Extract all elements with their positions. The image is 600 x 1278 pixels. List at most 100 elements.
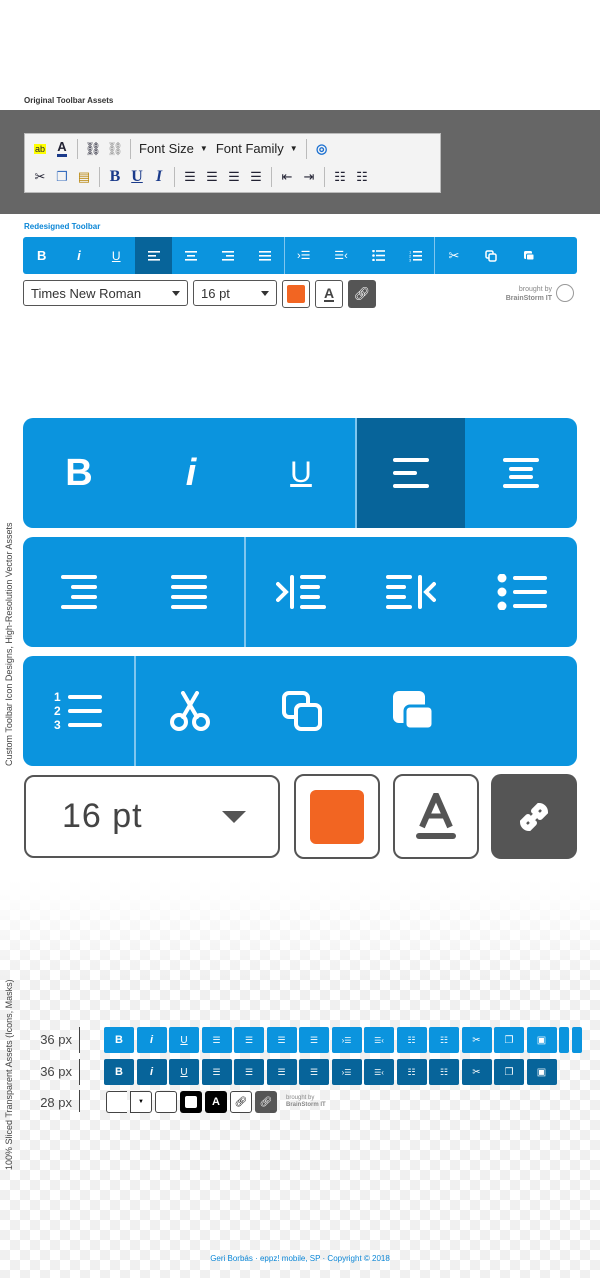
ghost-content	[34, 322, 554, 412]
indent-slice-active: ›☰	[331, 1059, 362, 1085]
align-left-icon	[393, 458, 429, 488]
unlink-icon[interactable]: ⛓	[104, 138, 126, 160]
italic-button[interactable]: I	[148, 166, 170, 188]
link-button-large[interactable]	[491, 774, 577, 859]
indent-button[interactable]: ›☰	[285, 237, 322, 274]
color-swatch	[287, 285, 305, 303]
separator-slice	[559, 1027, 569, 1053]
caption-original: Original Toolbar Assets	[24, 96, 114, 105]
caption-redesigned: Redesigned Toolbar	[24, 222, 101, 231]
align-right-icon[interactable]: ☰	[245, 166, 267, 188]
font-family-dropdown[interactable]: Times New Roman	[23, 280, 188, 306]
paste-button[interactable]	[360, 656, 468, 766]
highlight-icon[interactable]: ab	[29, 138, 51, 160]
copy-icon	[485, 249, 497, 262]
bold-button[interactable]: B	[104, 166, 126, 188]
copy-button[interactable]	[473, 237, 510, 274]
bold-button[interactable]: B	[23, 418, 135, 528]
brand-logo-icon	[556, 284, 574, 302]
align-center-button[interactable]	[465, 418, 577, 528]
align-justify-slice-active: ☰	[299, 1059, 329, 1085]
underline-button[interactable]: U	[247, 418, 355, 528]
font-size-dropdown[interactable]: 16 pt	[193, 280, 277, 306]
link-button[interactable]: 🔗︎	[348, 280, 376, 308]
cut-button[interactable]: ✂	[435, 237, 472, 274]
outdent-button[interactable]	[356, 537, 466, 647]
align-right-icon	[60, 575, 97, 609]
sliced-row-1: B i U ☰ ☰ ☰ ☰ ›☰ ☰‹ ☷ ☷ ✂ ❐ ▣	[104, 1027, 584, 1053]
caption-vertical-sliced: 100% Sliced Transparent Assets (Icons, M…	[4, 979, 14, 1170]
chevron-down-icon	[261, 290, 269, 296]
swatch-frame-slice	[155, 1091, 177, 1113]
font-size-select[interactable]: Font Size ▼	[135, 141, 212, 156]
row2-size-label: 36 px	[40, 1064, 72, 1079]
bullet-list-icon	[372, 250, 385, 261]
outdent-icon[interactable]: ⇤	[276, 166, 298, 188]
font-color-icon[interactable]: A	[51, 138, 73, 160]
align-left-slice: ☰	[201, 1027, 232, 1053]
large-toolbar-row-1: B i U	[23, 418, 577, 528]
link-icon	[519, 802, 549, 831]
font-size-dropdown-large[interactable]: 16 pt	[24, 775, 280, 858]
paste-slice-active: ▣	[526, 1059, 557, 1085]
cut-slice: ✂	[461, 1027, 492, 1053]
caption-vertical-custom: Custom Toolbar Icon Designs, High-Resolu…	[4, 522, 14, 766]
spellcheck-icon[interactable]: ◎	[311, 138, 333, 160]
align-center-icon[interactable]: ☰	[201, 166, 223, 188]
bullet-list-button[interactable]	[466, 537, 577, 647]
font-color-icon	[416, 792, 456, 839]
outdent-icon	[386, 575, 436, 609]
outdent-slice-active: ☰‹	[364, 1059, 394, 1085]
large-toolbar-row-2	[23, 537, 577, 647]
italic-slice: i	[136, 1027, 167, 1053]
paste-button[interactable]	[510, 237, 547, 274]
align-center-button[interactable]	[172, 237, 209, 274]
underline-button[interactable]: U	[126, 166, 148, 188]
font-family-select[interactable]: Font Family ▼	[212, 141, 302, 156]
align-right-button[interactable]	[209, 237, 246, 274]
indent-button[interactable]	[246, 537, 356, 647]
underline-slice: U	[169, 1027, 199, 1053]
align-justify-slice: ☰	[299, 1027, 329, 1053]
link-icon[interactable]: ⛓	[82, 138, 104, 160]
chevron-down-icon	[222, 810, 246, 823]
indent-icon[interactable]: ⇥	[298, 166, 320, 188]
sliced-row-2: B i U ☰ ☰ ☰ ☰ ›☰ ☰‹ ☷ ☷ ✂ ❐ ▣	[104, 1059, 559, 1085]
numbered-list-button[interactable]: 123	[397, 237, 434, 274]
align-justify-button[interactable]	[247, 237, 284, 274]
cut-button[interactable]	[136, 656, 244, 766]
italic-button[interactable]: i	[60, 237, 97, 274]
indent-slice: ›☰	[331, 1027, 362, 1053]
align-justify-button[interactable]	[134, 537, 244, 647]
align-left-icon[interactable]: ☰	[179, 166, 201, 188]
align-left-button[interactable]	[134, 237, 173, 274]
numbered-list-icon[interactable]: ☷	[351, 166, 373, 188]
scissors-icon	[170, 691, 210, 731]
bold-slice: B	[104, 1027, 134, 1053]
bold-button[interactable]: B	[23, 237, 60, 274]
swatch-mask-slice	[180, 1091, 202, 1113]
paste-icon[interactable]: ▤	[73, 166, 95, 188]
copy-slice-active: ❐	[494, 1059, 524, 1085]
font-color-button-large[interactable]	[393, 774, 479, 859]
cut-icon[interactable]: ✂	[29, 166, 51, 188]
align-right-button[interactable]	[23, 537, 134, 647]
outdent-slice: ☰‹	[364, 1027, 394, 1053]
dropdown-left-slice	[106, 1091, 127, 1113]
brand-mark: brought by BrainStorm IT	[505, 286, 552, 302]
underline-button[interactable]: U	[98, 237, 135, 274]
font-color-button[interactable]: A	[315, 280, 343, 308]
footer-credit: Geri Borbás · eppz! mobile, SP · Copyrig…	[210, 1254, 390, 1263]
align-justify-icon[interactable]: ☰	[223, 166, 245, 188]
sliced-row-3: ▼ A 🔗︎ 🔗︎ brought by BrainStorm IT	[106, 1091, 326, 1113]
bullet-list-icon[interactable]: ☷	[329, 166, 351, 188]
numbered-list-button[interactable]: 123	[23, 656, 134, 766]
text-color-button-large[interactable]	[294, 774, 380, 859]
align-left-button[interactable]	[357, 418, 465, 528]
copy-icon[interactable]: ❐	[51, 166, 73, 188]
copy-button[interactable]	[244, 656, 360, 766]
italic-button[interactable]: i	[135, 418, 247, 528]
text-color-button[interactable]	[282, 280, 310, 308]
outdent-button[interactable]: ☰‹	[322, 237, 359, 274]
bullet-list-button[interactable]	[360, 237, 397, 274]
